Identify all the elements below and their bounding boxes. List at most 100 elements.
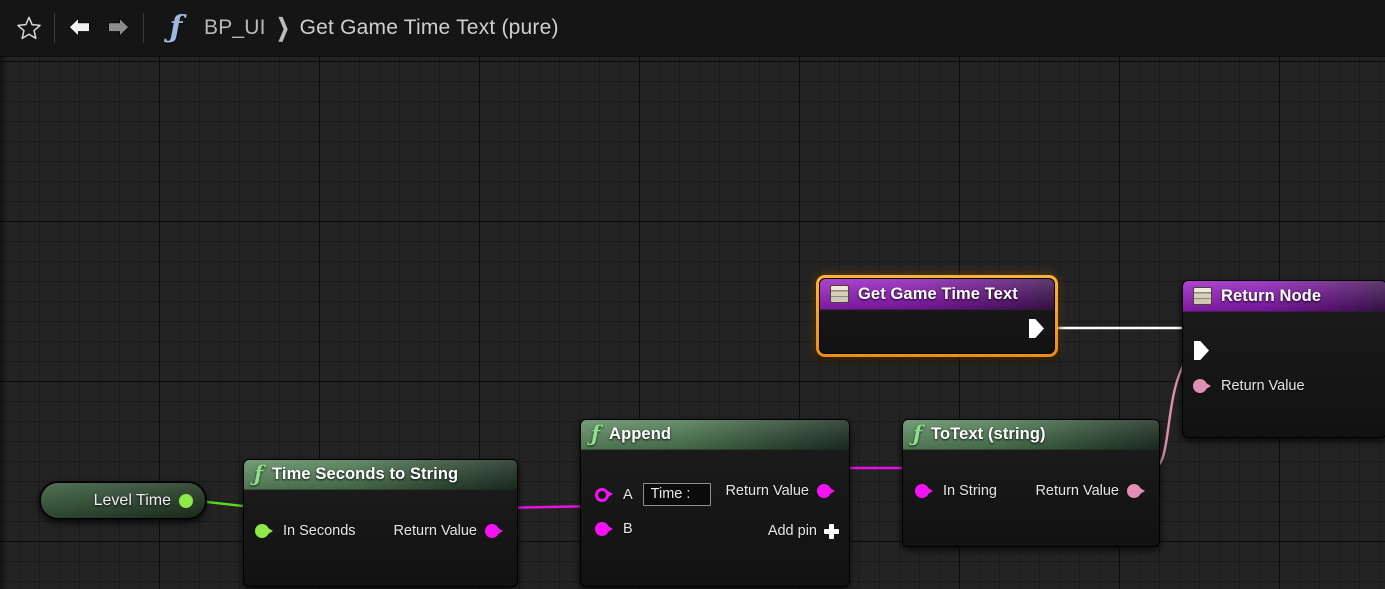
node-title: ToText (string) <box>931 425 1046 443</box>
node-append-inner: ƒ Append A Time : B Return Value Add pin <box>580 419 850 587</box>
pin-label: A <box>623 486 633 503</box>
star-icon-svg <box>17 16 41 40</box>
pin-label: In Seconds <box>283 523 356 539</box>
node-return-inner: Return Node Return Value <box>1182 280 1385 438</box>
pin-a-icon[interactable] <box>595 487 615 502</box>
pin-return-value[interactable]: Return Value <box>1193 378 1313 394</box>
pin-arrow <box>608 525 613 532</box>
breadcrumb: BP_UI ❯ Get Game Time Text (pure) <box>204 14 559 42</box>
append-a-text-input[interactable]: Time : <box>642 483 711 506</box>
pin-arrow <box>928 487 933 494</box>
node-title: Time Seconds to String <box>272 465 459 483</box>
pin-arrow <box>1206 382 1211 389</box>
return-value-pin-icon[interactable] <box>485 524 505 538</box>
node-title: Get Game Time Text <box>858 284 1018 303</box>
node-level-time-inner: Level Time <box>40 482 206 519</box>
pin-arrow <box>1140 487 1145 494</box>
node-to-text-string[interactable]: ƒ ToText (string) In String Return Value <box>902 419 1160 547</box>
node-body: In Seconds Return Value <box>244 490 517 586</box>
pin-return-value[interactable]: Return Value <box>385 523 505 539</box>
toolbar-divider-1 <box>54 13 55 43</box>
node-body <box>820 310 1054 353</box>
return-value-pin-icon[interactable] <box>1193 379 1213 393</box>
pin-dot <box>255 524 269 538</box>
node-header: ƒ Append <box>581 420 849 450</box>
pin-arrow <box>268 527 273 534</box>
arrow-right-icon <box>108 17 130 38</box>
result-node-icon <box>1193 287 1212 305</box>
pin-return-value[interactable]: Return Value <box>1027 483 1147 499</box>
node-body: In String Return Value <box>903 450 1159 546</box>
favorite-star-icon[interactable] <box>10 9 48 47</box>
pin-dot <box>1127 484 1141 498</box>
pin-dot <box>485 524 499 538</box>
pin-label: Return Value <box>1035 483 1119 499</box>
in-string-pin-icon[interactable] <box>915 484 935 498</box>
pin-label: Return Value <box>725 483 809 499</box>
node-header: ƒ ToText (string) <box>903 420 1159 450</box>
function-f-icon: ƒ <box>591 421 601 446</box>
node-title: Return Node <box>1221 286 1322 305</box>
node-time-seconds-to-string-inner: ƒ Time Seconds to String In Seconds Retu… <box>243 459 518 587</box>
pin-label: In String <box>943 483 997 499</box>
node-get-game-time-text[interactable]: Get Game Time Text <box>816 275 1058 357</box>
function-f-glyph: ƒ <box>169 10 183 45</box>
pin-in-seconds[interactable]: In Seconds <box>255 523 364 539</box>
node-header: ƒ Time Seconds to String <box>244 460 517 490</box>
return-value-pin-icon[interactable] <box>1127 484 1147 498</box>
level-time-output-pin-icon[interactable] <box>179 493 193 508</box>
function-f-icon: ƒ <box>913 421 923 446</box>
function-f-icon: ƒ <box>254 461 264 486</box>
exec-out-arrow-icon[interactable] <box>1029 319 1044 338</box>
pin-dot <box>595 522 609 536</box>
pin-dot <box>817 484 831 498</box>
pin-exec-out[interactable] <box>1029 319 1044 338</box>
toolbar-divider-2 <box>143 13 144 43</box>
node-header: Return Node <box>1183 281 1385 312</box>
pin-return-value[interactable]: Return Value <box>717 483 837 499</box>
plus-icon[interactable] <box>824 523 839 539</box>
breadcrumb-root[interactable]: BP_UI <box>204 16 266 40</box>
node-level-time-getter[interactable]: Level Time <box>39 481 207 520</box>
node-time-seconds-to-string[interactable]: ƒ Time Seconds to String In Seconds Retu… <box>243 459 518 587</box>
pin-dot <box>595 487 609 502</box>
node-to-text-string-inner: ƒ ToText (string) In String Return Value <box>902 419 1160 547</box>
pin-label: Return Value <box>393 523 477 539</box>
node-body: A Time : B Return Value Add pin <box>581 450 849 586</box>
in-seconds-pin-icon[interactable] <box>255 524 275 538</box>
graph-toolbar: ƒ BP_UI ❯ Get Game Time Text (pure) <box>0 0 1385 57</box>
return-value-pin-icon[interactable] <box>817 484 837 498</box>
pin-exec-in[interactable] <box>1194 341 1209 360</box>
node-header: Get Game Time Text <box>820 279 1054 310</box>
breadcrumb-current[interactable]: Get Game Time Text (pure) <box>300 16 559 40</box>
pin-label: Return Value <box>1221 378 1305 394</box>
add-pin-button[interactable]: Add pin <box>768 523 839 539</box>
back-button[interactable] <box>61 9 99 47</box>
pin-b[interactable]: B <box>595 521 641 537</box>
function-f-icon: ƒ <box>156 9 196 47</box>
pin-dot <box>915 484 929 498</box>
variable-name-label: Level Time <box>93 491 171 509</box>
pin-arrow <box>830 487 835 494</box>
arrow-left-icon <box>68 17 90 38</box>
node-return[interactable]: Return Node Return Value <box>1182 280 1385 438</box>
node-get-game-time-text-inner: Get Game Time Text <box>819 278 1055 354</box>
node-body: Return Value <box>1183 312 1385 437</box>
add-pin-label: Add pin <box>767 523 817 539</box>
blueprint-editor: ƒ BP_UI ❯ Get Game Time Text (pure) Get … <box>0 0 1385 589</box>
pin-arrow <box>498 527 503 534</box>
pin-b-icon[interactable] <box>595 522 615 536</box>
pin-dot <box>1193 379 1207 393</box>
pin-dot <box>179 493 193 508</box>
breadcrumb-separator: ❯ <box>276 14 290 42</box>
entry-node-icon <box>830 285 849 303</box>
exec-in-arrow-icon[interactable] <box>1194 341 1209 360</box>
pin-label: B <box>623 521 633 537</box>
pin-in-string[interactable]: In String <box>915 483 1005 499</box>
pin-arrow <box>608 491 613 497</box>
blueprint-graph-canvas[interactable]: Get Game Time Text Return Node Return Va… <box>0 57 1385 589</box>
node-title: Append <box>609 425 672 443</box>
node-append[interactable]: ƒ Append A Time : B Return Value Add pin <box>580 419 850 587</box>
forward-button[interactable] <box>99 9 137 47</box>
pin-a[interactable]: A Time : <box>595 483 711 506</box>
